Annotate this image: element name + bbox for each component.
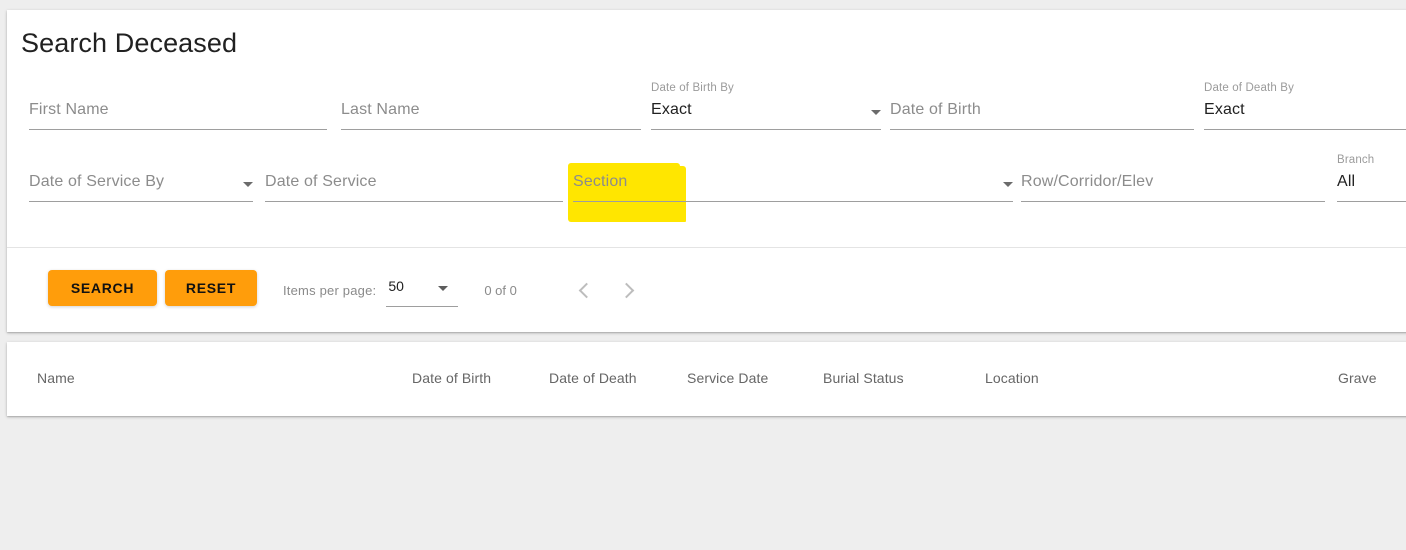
chevron-left-icon (579, 282, 595, 298)
row-corridor-elev-underline (1021, 201, 1325, 202)
column-header-name[interactable]: Name (37, 370, 75, 386)
items-per-page-label: Items per page: (283, 282, 377, 298)
app-root: Search Deceased First Name Last Name Dat… (0, 0, 1406, 550)
date-of-death-by-label: Date of Death By (1204, 82, 1294, 94)
date-of-birth-underline (890, 129, 1194, 130)
first-name-underline (29, 129, 327, 130)
date-of-death-by-underline (1204, 129, 1406, 130)
date-of-birth-by-underline (651, 129, 881, 130)
actions-row: SEARCH RESET Items per page: 50 0 of 0 (7, 248, 1406, 332)
paginator-range-label: 0 of 0 (484, 282, 517, 298)
date-of-service-by-select[interactable]: Date of Service By (29, 154, 253, 202)
last-name-underline (341, 129, 641, 130)
last-name-value: Last Name (341, 101, 420, 118)
column-header-service-date[interactable]: Service Date (687, 370, 768, 386)
column-header-burial-status[interactable]: Burial Status (823, 370, 904, 386)
date-of-service-by-value: Date of Service By (29, 173, 165, 190)
row-corridor-elev-field[interactable]: Row/Corridor/Elev (1021, 154, 1325, 202)
chevron-down-icon (438, 286, 449, 291)
date-of-death-by-select[interactable]: Date of Death By Exact (1204, 82, 1406, 130)
search-button[interactable]: SEARCH (48, 270, 157, 306)
row-corridor-elev-value: Row/Corridor/Elev (1021, 173, 1154, 190)
date-of-birth-field[interactable]: Date of Birth (890, 82, 1194, 130)
date-of-birth-by-label: Date of Birth By (651, 82, 734, 94)
column-header-grave[interactable]: Grave (1338, 370, 1377, 386)
first-name-value: First Name (29, 101, 109, 118)
results-table-card: Name Date of Birth Date of Death Service… (7, 342, 1406, 416)
date-of-service-underline (265, 201, 563, 202)
items-per-page-select[interactable]: 50 (386, 275, 459, 307)
chevron-down-icon (871, 110, 881, 115)
page-title: Search Deceased (21, 28, 238, 58)
items-per-page-value: 50 (388, 278, 404, 294)
date-of-service-by-underline (29, 201, 253, 202)
branch-select[interactable]: Branch All (1337, 154, 1406, 202)
column-header-date-of-birth[interactable]: Date of Birth (412, 370, 491, 386)
chevron-down-icon (1003, 182, 1013, 187)
section-value: Section (573, 173, 628, 190)
section-underline (573, 201, 1013, 202)
search-form: First Name Last Name Date of Birth By Ex… (7, 82, 1406, 247)
items-per-page-underline (386, 306, 459, 307)
branch-value: All (1337, 173, 1356, 190)
previous-page-button[interactable] (567, 270, 607, 310)
branch-label: Branch (1337, 154, 1375, 166)
date-of-birth-by-value: Exact (651, 101, 692, 118)
date-of-birth-value: Date of Birth (890, 101, 981, 118)
date-of-birth-by-select[interactable]: Date of Birth By Exact (651, 82, 881, 130)
search-card: Search Deceased First Name Last Name Dat… (7, 10, 1406, 332)
branch-underline (1337, 201, 1406, 202)
paginator: Items per page: 50 0 of 0 (283, 270, 647, 310)
date-of-service-value: Date of Service (265, 173, 377, 190)
next-page-button[interactable] (607, 270, 647, 310)
column-header-location[interactable]: Location (985, 370, 1039, 386)
results-table-header-row: Name Date of Birth Date of Death Service… (7, 342, 1406, 416)
reset-button[interactable]: RESET (165, 270, 257, 306)
chevron-down-icon (243, 182, 253, 187)
section-select[interactable]: Section (573, 154, 1013, 202)
chevron-right-icon (619, 282, 635, 298)
last-name-field[interactable]: Last Name (341, 82, 641, 130)
date-of-service-field[interactable]: Date of Service (265, 154, 563, 202)
first-name-field[interactable]: First Name (29, 82, 327, 130)
date-of-death-by-value: Exact (1204, 101, 1245, 118)
column-header-date-of-death[interactable]: Date of Death (549, 370, 637, 386)
